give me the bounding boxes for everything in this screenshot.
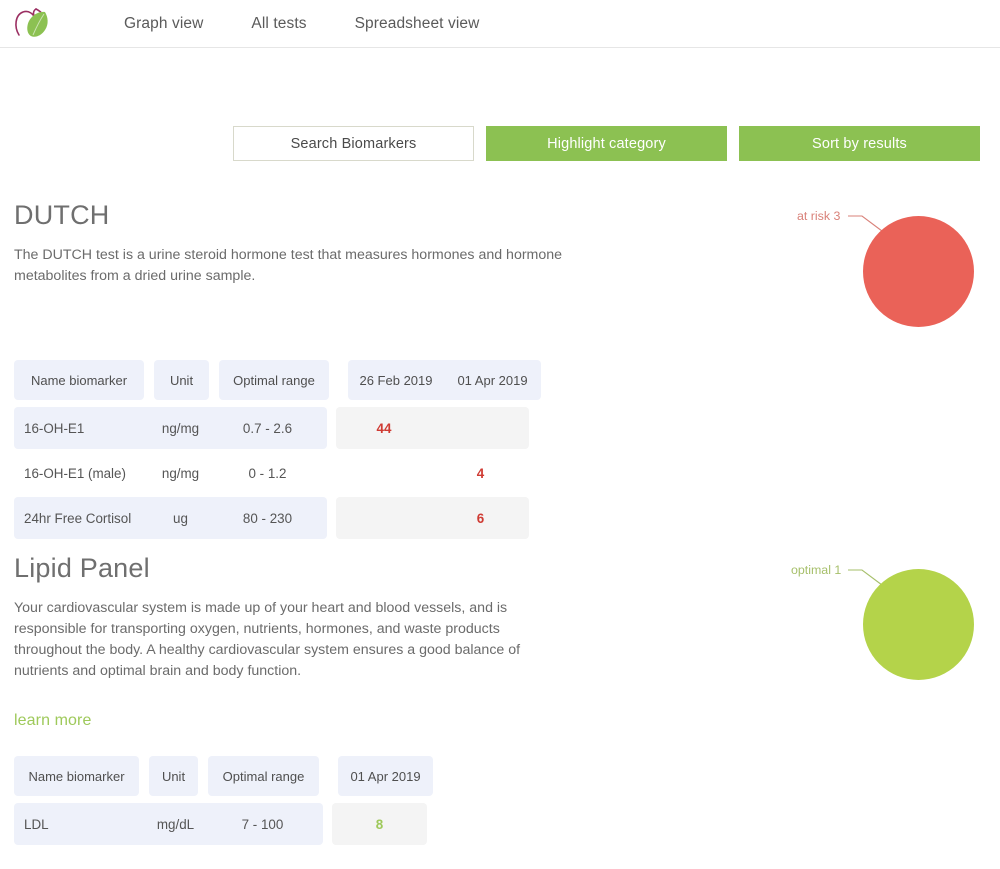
search-placeholder-text: Search Biomarkers (291, 136, 417, 152)
highlight-category-button[interactable]: Highlight category (486, 126, 727, 161)
column-header-unit[interactable]: Unit (154, 360, 209, 400)
table-row[interactable]: 16-OH-E1 ng/mg 0.7 - 2.6 44 (14, 405, 541, 451)
panel-dutch-description: The DUTCH test is a urine steroid hormon… (14, 245, 594, 287)
cell-optimal-range: 0 - 1.2 (208, 466, 327, 481)
nav-item-all-tests[interactable]: All tests (251, 15, 306, 33)
cell-biomarker-name: 16-OH-E1 (male) (14, 466, 153, 481)
sort-by-results-label: Sort by results (812, 136, 907, 152)
table-row-info: 16-OH-E1 ng/mg 0.7 - 2.6 (14, 407, 327, 449)
panel-lipid-description: Your cardiovascular system is made up of… (14, 598, 559, 682)
search-biomarkers-input[interactable]: Search Biomarkers (233, 126, 474, 161)
panel-lipid-title: Lipid Panel (14, 553, 559, 584)
table-dutch: Name biomarker Unit Optimal range 26 Feb… (14, 360, 541, 540)
panel-lipid-header: Lipid Panel Your cardiovascular system i… (14, 553, 559, 682)
cell-value-01-apr-2019: 4 (432, 466, 529, 481)
table-row-values: 4 (336, 452, 529, 494)
cell-biomarker-name: LDL (14, 817, 149, 832)
leaf-heart-logo-icon[interactable] (12, 5, 56, 43)
panel-lipid-summary: optimal 1 (790, 552, 1000, 687)
column-header-date-01-apr-2019[interactable]: 01 Apr 2019 (444, 373, 541, 388)
cell-value-01-apr-2019: 8 (332, 817, 427, 832)
cell-optimal-range: 7 - 100 (202, 817, 323, 832)
panel-lipid-summary-label: optimal 1 (791, 563, 841, 577)
panel-lipid-learn-more: learn more (14, 712, 91, 730)
column-header-unit[interactable]: Unit (149, 756, 198, 796)
top-navigation-bar: Graph view All tests Spreadsheet view (0, 0, 1000, 48)
table-row-info: 16-OH-E1 (male) ng/mg 0 - 1.2 (14, 452, 327, 494)
table-row[interactable]: 16-OH-E1 (male) ng/mg 0 - 1.2 4 (14, 450, 541, 496)
panel-dutch-header: DUTCH The DUTCH test is a urine steroid … (14, 200, 594, 287)
sort-by-results-button[interactable]: Sort by results (739, 126, 980, 161)
cell-optimal-range: 80 - 230 (208, 511, 327, 526)
column-header-optimal-range[interactable]: Optimal range (208, 756, 319, 796)
toolbar-actions: Search Biomarkers Highlight category Sor… (233, 126, 980, 161)
table-row-values: 8 (332, 803, 427, 845)
column-header-name-biomarker[interactable]: Name biomarker (14, 360, 144, 400)
column-header-dates-group: 01 Apr 2019 (338, 756, 433, 796)
nav-item-graph-view[interactable]: Graph view (124, 15, 203, 33)
column-header-date-01-apr-2019[interactable]: 01 Apr 2019 (338, 769, 433, 784)
panel-lipid-optimal-bubble[interactable] (863, 569, 974, 680)
cell-biomarker-name: 24hr Free Cortisol (14, 511, 153, 526)
cell-unit: ug (153, 511, 208, 526)
table-row-values: 44 (336, 407, 529, 449)
cell-optimal-range: 0.7 - 2.6 (208, 421, 327, 436)
nav-item-spreadsheet-view[interactable]: Spreadsheet view (355, 15, 480, 33)
cell-unit: ng/mg (153, 421, 208, 436)
highlight-category-label: Highlight category (547, 136, 666, 152)
panel-dutch-title: DUTCH (14, 200, 594, 231)
table-row-values: 6 (336, 497, 529, 539)
cell-value-26-feb-2019: 44 (336, 421, 432, 436)
column-header-name-biomarker[interactable]: Name biomarker (14, 756, 139, 796)
panel-dutch-summary-label: at risk 3 (797, 209, 840, 223)
main-nav: Graph view All tests Spreadsheet view (124, 15, 479, 33)
panel-dutch-summary: at risk 3 (790, 200, 1000, 335)
cell-value-01-apr-2019: 6 (432, 511, 529, 526)
cell-unit: mg/dL (149, 817, 202, 832)
table-row[interactable]: 24hr Free Cortisol ug 80 - 230 6 (14, 495, 541, 541)
table-row[interactable]: LDL mg/dL 7 - 100 8 (14, 801, 433, 847)
cell-biomarker-name: 16-OH-E1 (14, 421, 153, 436)
panel-dutch-risk-bubble[interactable] (863, 216, 974, 327)
table-dutch-header-row: Name biomarker Unit Optimal range 26 Feb… (14, 360, 541, 400)
table-row-info: 24hr Free Cortisol ug 80 - 230 (14, 497, 327, 539)
column-header-date-26-feb-2019[interactable]: 26 Feb 2019 (348, 373, 444, 388)
table-lipid: Name biomarker Unit Optimal range 01 Apr… (14, 756, 433, 846)
table-lipid-header-row: Name biomarker Unit Optimal range 01 Apr… (14, 756, 433, 796)
table-row-info: LDL mg/dL 7 - 100 (14, 803, 323, 845)
learn-more-link[interactable]: learn more (14, 712, 91, 729)
cell-unit: ng/mg (153, 466, 208, 481)
column-header-dates-group: 26 Feb 2019 01 Apr 2019 (348, 360, 541, 400)
column-header-optimal-range[interactable]: Optimal range (219, 360, 329, 400)
